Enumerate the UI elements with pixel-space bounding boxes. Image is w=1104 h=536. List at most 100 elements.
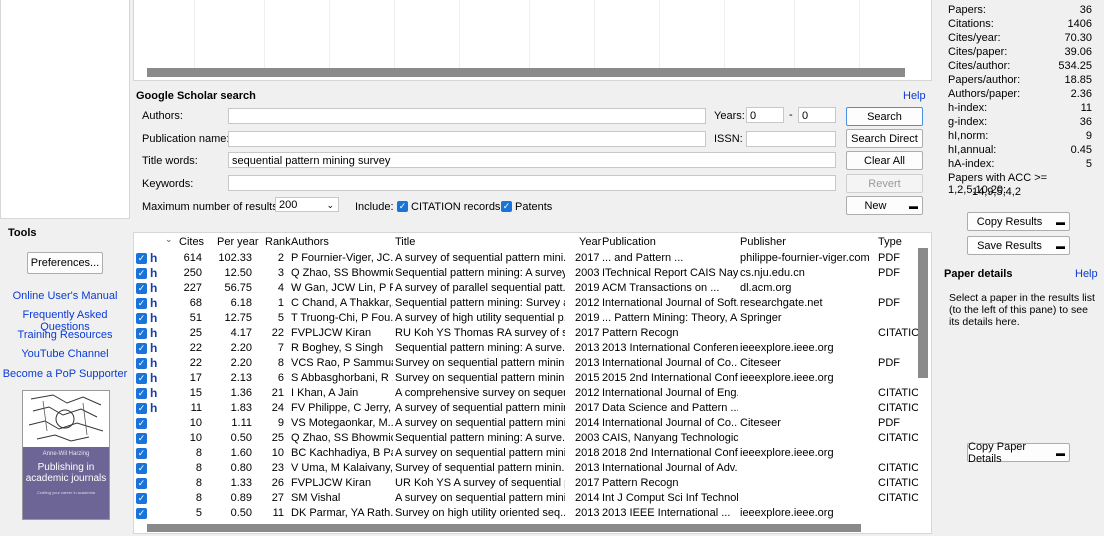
new-dropdown-button[interactable]: New ▬	[846, 196, 923, 215]
table-row[interactable]: ✓ 5 0.50 11 DK Parmar, YA Rath... Survey on h…	[134, 506, 918, 521]
cell-year: 2018	[575, 447, 600, 459]
sort-chevron-icon[interactable]: ⌄	[165, 234, 173, 245]
search-direct-button[interactable]: Search Direct	[846, 129, 923, 148]
paper-details-placeholder: Select a paper in the results list (to t…	[949, 292, 1095, 328]
table-row[interactable]: ✓ h 22 2.20 7 R Boghey, S Singh Sequential pat…	[134, 341, 918, 356]
table-row[interactable]: ✓ h 68 6.18 1 C Chand, A Thakkar,... Sequentia…	[134, 296, 918, 311]
table-row[interactable]: ✓ h 227 56.75 4 W Gan, JCW Lin, P F... A surve…	[134, 281, 918, 296]
cell-rank: 25	[271, 432, 284, 444]
col-cites[interactable]: Cites	[179, 236, 204, 248]
cell-publication: International Journal of Co...	[602, 417, 738, 429]
cell-authors: Q Zhao, SS Bhowmick	[291, 432, 393, 444]
table-row[interactable]: ✓ h 25 4.17 22 FVPLJCW Kiran RU Koh YS Thomas …	[134, 326, 918, 341]
cell-type: CITATION	[878, 402, 918, 414]
cell-type: CITATION	[878, 492, 918, 504]
row-checkbox[interactable]: ✓	[136, 358, 147, 369]
results-table[interactable]: ⌄ Cites Per year Rank Authors Title Year…	[133, 232, 932, 534]
keywords-input[interactable]	[228, 175, 836, 191]
table-row[interactable]: ✓ h 51 12.75 5 T Truong-Chi, P Fou... A survey…	[134, 311, 918, 326]
metric-label: hI,annual:	[948, 144, 997, 156]
table-row[interactable]: ✓ h 250 12.50 3 Q Zhao, SS Bhowmick Sequential…	[134, 266, 918, 281]
cell-authors: Q Zhao, SS Bhowmick	[291, 267, 393, 279]
title-words-input[interactable]: sequential pattern mining survey	[228, 152, 836, 168]
cell-title: Sequential pattern mining: A surve...	[395, 342, 565, 354]
row-checkbox[interactable]: ✓	[136, 388, 147, 399]
cell-per-year: 0.80	[230, 462, 252, 474]
row-checkbox[interactable]: ✓	[136, 313, 147, 324]
results-horizontal-scrollbar[interactable]	[147, 524, 861, 532]
cell-cites: 614	[183, 252, 202, 264]
col-publication[interactable]: Publication	[602, 236, 656, 248]
row-checkbox[interactable]: ✓	[136, 493, 147, 504]
search-button[interactable]: Search	[846, 107, 923, 126]
col-title[interactable]: Title	[395, 236, 415, 248]
col-rank[interactable]: Rank	[265, 236, 291, 248]
table-row[interactable]: ✓ h 614 102.33 2 P Fournier-Viger, JC... A sur…	[134, 251, 918, 266]
year-from-input[interactable]: 0	[746, 107, 784, 123]
revert-button[interactable]: Revert	[846, 174, 923, 193]
cell-type: PDF	[878, 357, 900, 369]
row-checkbox[interactable]: ✓	[136, 328, 147, 339]
citation-records-checkbox[interactable]: ✓	[397, 201, 408, 212]
row-checkbox[interactable]: ✓	[136, 478, 147, 489]
issn-input[interactable]	[746, 131, 836, 147]
table-row[interactable]: ✓ h 11 1.83 24 FV Philippe, C Jerry, ... A sur…	[134, 401, 918, 416]
link-youtube-channel[interactable]: YouTube Channel	[0, 348, 130, 360]
publication-name-input[interactable]	[228, 131, 706, 147]
row-checkbox[interactable]: ✓	[136, 433, 147, 444]
row-checkbox[interactable]: ✓	[136, 403, 147, 414]
link-become-supporter[interactable]: Become a PoP Supporter	[0, 368, 130, 380]
col-authors[interactable]: Authors	[291, 236, 329, 248]
copy-paper-details-button[interactable]: Copy Paper Details ▬	[967, 441, 1070, 465]
preferences-button[interactable]: Preferences...	[27, 252, 103, 274]
save-results-button[interactable]: Save Results ▬	[967, 236, 1070, 255]
paper-details-help-link[interactable]: Help	[1075, 268, 1098, 280]
authors-input[interactable]	[228, 108, 706, 124]
book-promo-image[interactable]: Anne-Wil Harzing Publishing in academic …	[22, 390, 110, 520]
table-row[interactable]: ✓ 10 0.50 25 Q Zhao, SS Bhowmick Sequential p…	[134, 431, 918, 446]
metric-value: 36	[1079, 4, 1092, 16]
table-row[interactable]: ✓ 8 0.89 27 SM Vishal A survey on sequential …	[134, 491, 918, 506]
cell-publication: International Journal of Soft...	[602, 297, 738, 309]
dropdown-arrow-icon: ▬	[1056, 447, 1065, 458]
results-vertical-scrollbar[interactable]	[918, 248, 928, 378]
row-checkbox[interactable]: ✓	[136, 448, 147, 459]
year-to-input[interactable]: 0	[798, 107, 836, 123]
cell-per-year: 1.36	[230, 387, 252, 399]
col-type[interactable]: Type	[878, 236, 902, 248]
book-title: Publishing in academic journals	[25, 462, 107, 484]
row-checkbox[interactable]: ✓	[136, 298, 147, 309]
chart-horizontal-scrollbar[interactable]	[147, 68, 905, 77]
copy-results-button[interactable]: Copy Results ▬	[967, 212, 1070, 231]
cell-per-year: 2.13	[230, 372, 252, 384]
table-row[interactable]: ✓ h 15 1.36 21 I Khan, A Jain A comprehensive …	[134, 386, 918, 401]
year-separator: -	[789, 109, 793, 121]
row-checkbox[interactable]: ✓	[136, 268, 147, 279]
table-row[interactable]: ✓ 10 1.11 9 VS Motegaonkar, M... A survey on …	[134, 416, 918, 431]
row-checkbox[interactable]: ✓	[136, 373, 147, 384]
row-checkbox[interactable]: ✓	[136, 418, 147, 429]
clear-all-button[interactable]: Clear All	[846, 151, 923, 170]
row-checkbox[interactable]: ✓	[136, 283, 147, 294]
publication-name-label: Publication name:	[142, 133, 230, 145]
col-publisher[interactable]: Publisher	[740, 236, 786, 248]
row-checkbox[interactable]: ✓	[136, 463, 147, 474]
table-row[interactable]: ✓ h 22 2.20 8 VCS Rao, P Sammual Survey on seq…	[134, 356, 918, 371]
cell-publication: 2013 IEEE International ...	[602, 507, 731, 519]
cell-authors: SM Vishal	[291, 492, 341, 504]
cell-publisher: philippe-fournier-viger.com	[740, 252, 870, 264]
row-checkbox[interactable]: ✓	[136, 253, 147, 264]
table-row[interactable]: ✓ 8 1.60 10 BC Kachhadiya, B Pa...A survey o…	[134, 446, 918, 461]
patents-checkbox[interactable]: ✓	[501, 201, 512, 212]
col-year[interactable]: Year	[579, 236, 601, 248]
table-row[interactable]: ✓ h 17 2.13 6 S Abbasghorbani, R ... Survey on…	[134, 371, 918, 386]
search-help-link[interactable]: Help	[903, 90, 926, 102]
link-online-manual[interactable]: Online User's Manual	[0, 290, 130, 302]
row-checkbox[interactable]: ✓	[136, 508, 147, 519]
table-row[interactable]: ✓ 8 0.80 23 V Uma, M Kalaivany,... Survey of …	[134, 461, 918, 476]
table-row[interactable]: ✓ 8 1.33 26 FVPLJCW Kiran UR Koh YS A survey …	[134, 476, 918, 491]
col-per-year[interactable]: Per year	[217, 236, 259, 248]
link-training-resources[interactable]: Training Resources	[0, 329, 130, 341]
row-checkbox[interactable]: ✓	[136, 343, 147, 354]
max-results-select[interactable]: 200 ⌄	[275, 197, 339, 212]
